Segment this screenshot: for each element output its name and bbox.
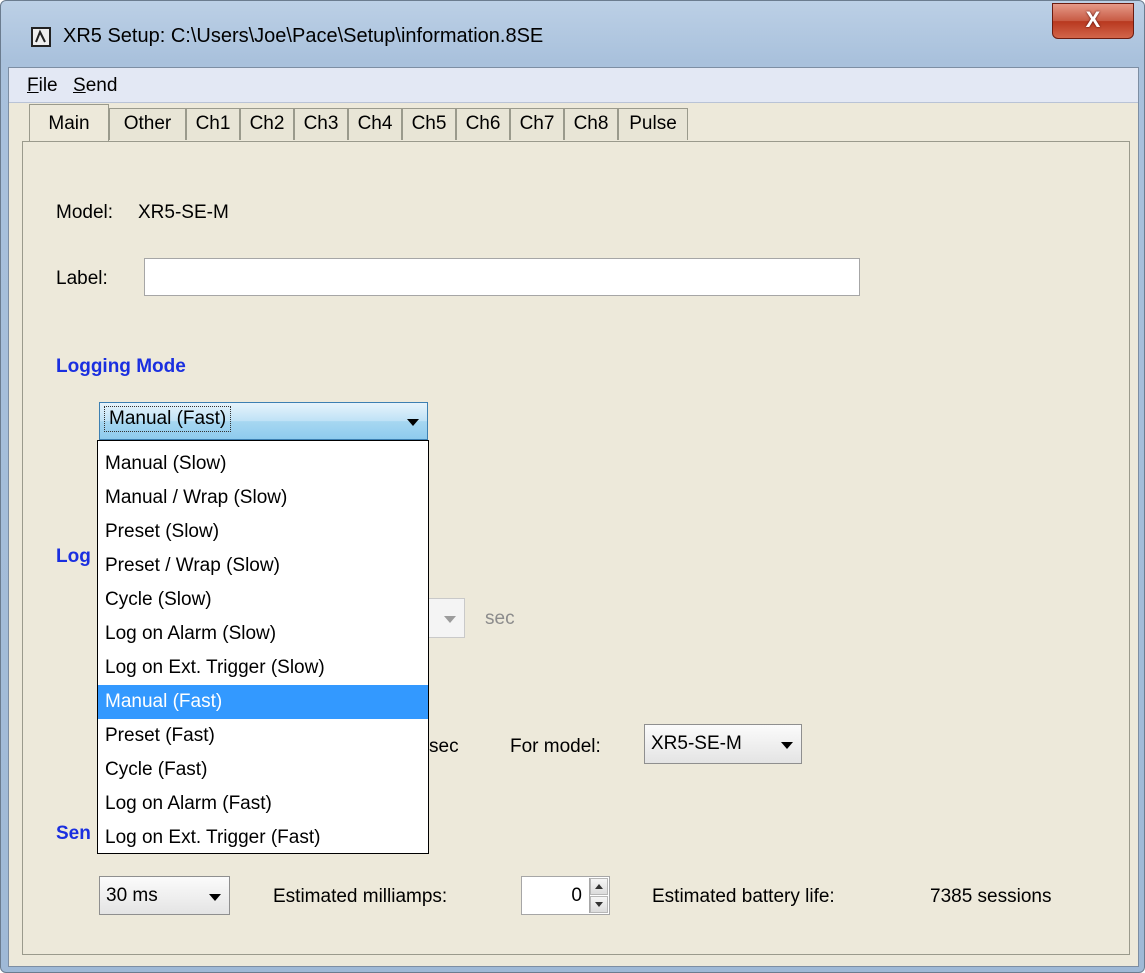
tab-other[interactable]: Other <box>109 108 186 140</box>
logging-mode-selected-value: Manual (Fast) <box>104 406 232 432</box>
tab-pulse[interactable]: Pulse <box>618 108 688 140</box>
interval-unit-label: sec <box>485 608 515 629</box>
fast-interval-unit-label: sec <box>429 736 459 757</box>
dropdown-option[interactable]: Cycle (Fast) <box>98 753 428 787</box>
tab-ch2[interactable]: Ch2 <box>240 108 294 140</box>
for-model-value: XR5-SE-M <box>651 733 742 754</box>
logging-interval-title: Log <box>56 546 91 567</box>
dropdown-option[interactable]: Preset (Fast) <box>98 719 428 753</box>
close-button[interactable]: X <box>1052 3 1134 39</box>
tab-ch4[interactable]: Ch4 <box>348 108 402 140</box>
dropdown-option[interactable]: Preset (Slow) <box>98 515 428 549</box>
dropdown-option[interactable]: Log on Ext. Trigger (Fast) <box>98 821 428 855</box>
dropdown-option-selected[interactable]: Manual (Fast) <box>98 685 428 719</box>
milliamps-label: Estimated milliamps: <box>273 886 448 907</box>
tab-ch5[interactable]: Ch5 <box>402 108 456 140</box>
milliamps-value: 0 <box>571 885 582 906</box>
spinner-buttons <box>589 878 608 913</box>
tab-ch3[interactable]: Ch3 <box>294 108 348 140</box>
dropdown-option[interactable]: Log on Alarm (Slow) <box>98 617 428 651</box>
model-value: XR5-SE-M <box>138 202 229 223</box>
spin-up-icon[interactable] <box>590 878 608 895</box>
sensor-time-value: 30 ms <box>106 885 158 906</box>
tab-ch1[interactable]: Ch1 <box>186 108 240 140</box>
for-model-select[interactable]: XR5-SE-M <box>644 724 802 764</box>
battery-life-label: Estimated battery life: <box>652 886 835 907</box>
dropdown-option[interactable]: Manual (Slow) <box>98 447 428 481</box>
tab-ch7[interactable]: Ch7 <box>510 108 564 140</box>
close-icon: X <box>1085 7 1101 32</box>
chevron-down-icon <box>781 742 793 749</box>
dropdown-option[interactable]: Preset / Wrap (Slow) <box>98 549 428 583</box>
tab-main[interactable]: Main <box>29 104 109 142</box>
logging-mode-dropdown-list: Manual (Slow) Manual / Wrap (Slow) Prese… <box>97 440 429 854</box>
milliamps-spinner[interactable]: 0 <box>521 876 610 915</box>
logging-mode-select[interactable]: Manual (Fast) <box>99 402 428 440</box>
chevron-down-icon <box>407 419 419 426</box>
dropdown-option[interactable]: Log on Ext. Trigger (Slow) <box>98 651 428 685</box>
dropdown-option[interactable]: Log on Alarm (Fast) <box>98 787 428 821</box>
label-field-label: Label: <box>56 268 108 289</box>
chevron-down-icon <box>444 616 456 623</box>
app-logo-icon <box>31 27 51 47</box>
chevron-down-icon <box>209 893 221 901</box>
tab-ch6[interactable]: Ch6 <box>456 108 510 140</box>
battery-life-value: 7385 sessions <box>930 886 1052 907</box>
window-title: XR5 Setup: C:\Users\Joe\Pace\Setup\infor… <box>63 25 544 47</box>
dropdown-option[interactable]: Manual / Wrap (Slow) <box>98 481 428 515</box>
dropdown-option[interactable]: Cycle (Slow) <box>98 583 428 617</box>
sensor-section-title: Sen <box>56 823 91 844</box>
menu-bar: File Send <box>9 68 1138 103</box>
model-label: Model: <box>56 202 114 223</box>
tab-ch8[interactable]: Ch8 <box>564 108 618 140</box>
title-bar[interactable]: XR5 Setup: C:\Users\Joe\Pace\Setup\infor… <box>1 1 1144 67</box>
label-input[interactable] <box>144 258 860 296</box>
spin-down-icon[interactable] <box>590 896 608 913</box>
tab-strip: Main Other Ch1 Ch2 Ch3 Ch4 Ch5 Ch6 Ch7 C… <box>9 102 1138 142</box>
menu-file[interactable]: File <box>27 75 58 97</box>
logging-mode-title: Logging Mode <box>56 356 186 377</box>
sensor-time-select[interactable]: 30 ms <box>99 876 230 915</box>
menu-send[interactable]: Send <box>73 75 117 97</box>
for-model-label: For model: <box>510 736 601 757</box>
